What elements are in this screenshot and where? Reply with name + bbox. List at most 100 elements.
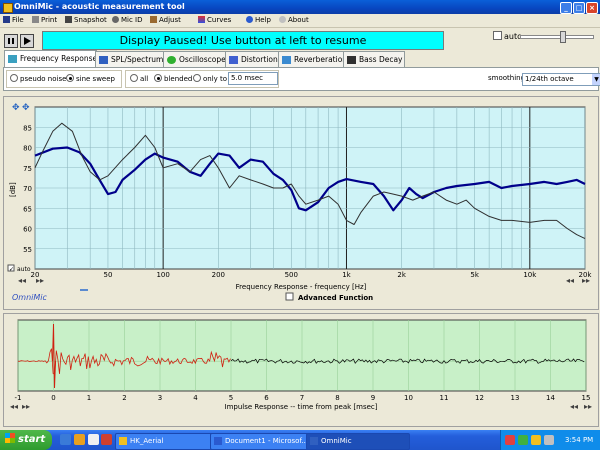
task-document1[interactable]: Document1 - Microsof... bbox=[210, 433, 318, 450]
impulse-pan-right[interactable]: ◂◂ ▸▸ bbox=[570, 402, 592, 411]
impulse-tick-label: -1 bbox=[15, 394, 22, 402]
impulse-tick-label: 2 bbox=[122, 394, 126, 402]
blended-radio-dot[interactable] bbox=[154, 74, 162, 82]
svg-text:✥: ✥ bbox=[12, 103, 20, 113]
slider-thumb[interactable] bbox=[560, 31, 566, 43]
reverberation-icon bbox=[282, 56, 291, 64]
sine-sweep-radio[interactable]: sine sweep bbox=[66, 74, 115, 83]
menu-about[interactable]: About bbox=[279, 15, 309, 26]
menu-adjust[interactable]: Adjust bbox=[150, 15, 181, 26]
menu-snapshot-label: Snapshot bbox=[74, 16, 107, 24]
microphone-icon bbox=[112, 16, 119, 23]
tray-icon-1[interactable] bbox=[505, 435, 515, 445]
svg-text:▸▸: ▸▸ bbox=[22, 402, 30, 411]
tab-oscilloscope-label: Oscilloscope bbox=[179, 55, 226, 64]
start-label: start bbox=[18, 434, 46, 445]
only-to-label: only to bbox=[203, 75, 228, 83]
tab-frequency-response[interactable]: Frequency Response bbox=[4, 50, 97, 67]
all-radio[interactable]: all bbox=[130, 74, 148, 83]
x-tick-label: 10k bbox=[523, 271, 537, 279]
only-to-radio-dot[interactable] bbox=[193, 74, 201, 82]
play-button[interactable] bbox=[20, 34, 34, 48]
menu-mic-id-label: Mic ID bbox=[121, 16, 143, 24]
wrench-icon bbox=[150, 16, 157, 23]
svg-text:▸▸: ▸▸ bbox=[36, 276, 44, 285]
svg-text:◂◂: ◂◂ bbox=[570, 402, 578, 411]
svg-text:◂◂: ◂◂ bbox=[566, 276, 574, 285]
x-tick-label: 50 bbox=[103, 271, 112, 279]
y-tick-label: 80 bbox=[23, 145, 32, 153]
zoom-arrows-top[interactable]: ✥ ✥ bbox=[12, 103, 30, 113]
window-title: OmniMic - acoustic measurement tool bbox=[14, 2, 185, 11]
tab-bass-decay-label: Bass Decay bbox=[359, 55, 403, 64]
y-axis-label: [dB] bbox=[9, 182, 17, 197]
menu-snapshot[interactable]: Snapshot bbox=[65, 15, 107, 26]
x-axis-label: Frequency Response - frequency [Hz] bbox=[236, 283, 367, 291]
chevron-down-icon[interactable]: ▼ bbox=[592, 74, 600, 85]
scroll-indicator[interactable] bbox=[80, 289, 88, 291]
tab-spl-spectrum[interactable]: SPL/Spectrum bbox=[95, 51, 166, 67]
explorer-icon[interactable] bbox=[74, 434, 85, 445]
menu-file[interactable]: File bbox=[3, 15, 24, 26]
impulse-tick-label: 4 bbox=[193, 394, 198, 402]
all-radio-dot[interactable] bbox=[130, 74, 138, 82]
only-to-radio[interactable]: only to bbox=[193, 74, 227, 83]
auto-checkbox-box[interactable] bbox=[493, 31, 502, 40]
minimize-button[interactable]: _ bbox=[560, 2, 572, 14]
task-document1-label: Document1 - Microsof... bbox=[225, 437, 309, 445]
auto-checkbox[interactable]: auto bbox=[493, 31, 522, 41]
clock: 3:54 PM bbox=[565, 436, 594, 444]
menu-print[interactable]: Print bbox=[32, 15, 57, 26]
menu-help[interactable]: Help bbox=[246, 15, 271, 26]
advanced-function-label: Advanced Function bbox=[298, 294, 373, 302]
x-tick-label: 5k bbox=[470, 271, 479, 279]
msec-input[interactable]: 5.0 msec bbox=[228, 72, 278, 85]
level-slider[interactable] bbox=[520, 31, 594, 43]
advanced-function-checkbox[interactable]: Advanced Function bbox=[285, 292, 373, 302]
impulse-tick-label: 7 bbox=[300, 394, 304, 402]
tab-frequency-response-label: Frequency Response bbox=[20, 54, 98, 63]
close-button[interactable]: × bbox=[586, 2, 598, 14]
sine-sweep-radio-dot[interactable] bbox=[66, 74, 74, 82]
impulse-tick-label: 1 bbox=[87, 394, 91, 402]
y-tick-label: 75 bbox=[23, 165, 32, 173]
auto-scale-checkbox[interactable]: ✓ auto bbox=[7, 264, 31, 273]
impulse-tick-label: 14 bbox=[546, 394, 555, 402]
sine-sweep-label: sine sweep bbox=[76, 75, 115, 83]
save-icon bbox=[3, 16, 10, 23]
impulse-pan-left[interactable]: ◂◂ ▸▸ bbox=[10, 402, 30, 411]
pseudo-noise-radio[interactable]: pseudo noise bbox=[10, 74, 66, 83]
media-icon[interactable] bbox=[101, 434, 112, 445]
menu-curves[interactable]: Curves bbox=[198, 15, 231, 26]
spectrum-icon bbox=[99, 56, 108, 64]
speaker-icon[interactable] bbox=[544, 435, 554, 445]
tray-icon-2[interactable] bbox=[518, 435, 528, 445]
blended-radio[interactable]: blended bbox=[154, 74, 192, 83]
ie-icon[interactable] bbox=[60, 434, 71, 445]
windows-logo-icon bbox=[5, 433, 15, 443]
menu-curves-label: Curves bbox=[207, 16, 232, 24]
impulse-x-axis-label: Impulse Response -- time from peak [msec… bbox=[225, 403, 378, 411]
menu-mic-id[interactable]: Mic ID bbox=[112, 15, 143, 26]
task-omnimic-label: OmniMic bbox=[321, 437, 352, 445]
slider-track[interactable] bbox=[520, 35, 594, 39]
svg-text:✓: ✓ bbox=[9, 266, 14, 273]
task-omnimic[interactable]: OmniMic bbox=[306, 433, 410, 450]
pause-button[interactable] bbox=[4, 34, 18, 48]
y-tick-label: 60 bbox=[23, 226, 32, 234]
about-icon bbox=[279, 16, 286, 23]
pseudo-noise-radio-dot[interactable] bbox=[10, 74, 18, 82]
impulse-tick-label: 0 bbox=[51, 394, 55, 402]
printer-icon bbox=[32, 16, 39, 23]
smoothing-select[interactable]: 1/24th octave ▼ bbox=[522, 73, 600, 86]
tray-icon-3[interactable] bbox=[531, 435, 541, 445]
tab-reverberation[interactable]: Reverberation bbox=[278, 51, 351, 67]
svg-text:▸▸: ▸▸ bbox=[584, 402, 592, 411]
maximize-button[interactable]: □ bbox=[573, 2, 585, 14]
menu-print-label: Print bbox=[41, 16, 58, 24]
task-hk-aerial[interactable]: HK_Aerial bbox=[115, 433, 221, 450]
tab-bass-decay[interactable]: Bass Decay bbox=[343, 51, 405, 67]
paused-banner: Display Paused! Use button at left to re… bbox=[42, 31, 444, 50]
desktop-icon[interactable] bbox=[88, 434, 99, 445]
start-button[interactable]: start bbox=[0, 430, 52, 450]
